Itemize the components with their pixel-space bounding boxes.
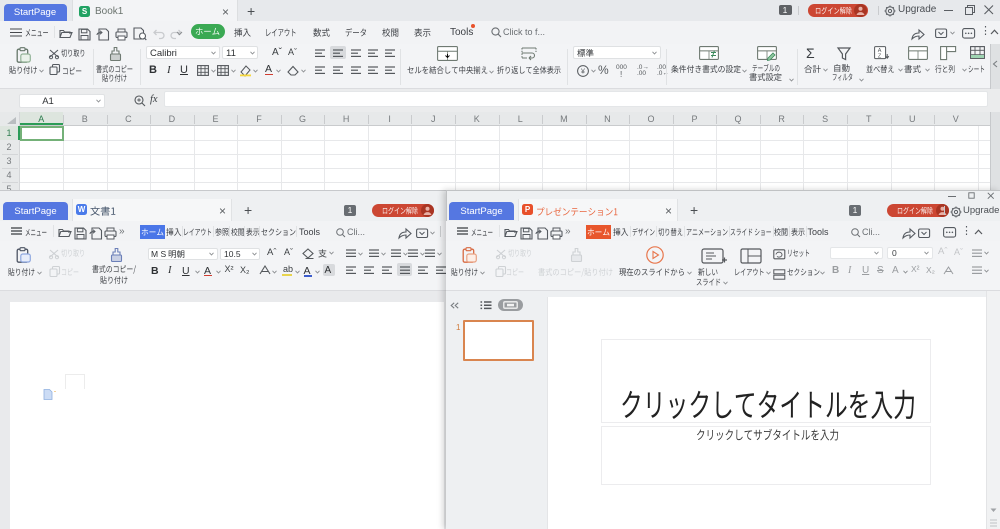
svg-text:¥: ¥ xyxy=(581,69,585,76)
